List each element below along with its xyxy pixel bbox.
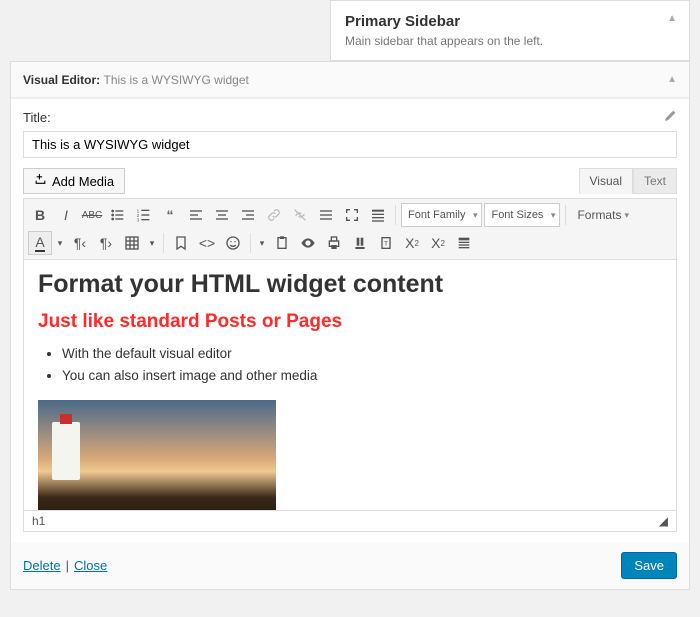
link-icon[interactable] <box>262 203 286 227</box>
list-item: You can also insert image and other medi… <box>62 365 662 387</box>
close-link[interactable]: Close <box>74 558 107 573</box>
sidebar-desc: Main sidebar that appears on the left. <box>345 34 675 48</box>
font-sizes-select[interactable]: Font Sizes <box>484 203 560 227</box>
emoticon-icon[interactable] <box>221 231 245 255</box>
add-media-button[interactable]: Add Media <box>23 168 125 194</box>
title-input[interactable] <box>23 131 677 158</box>
unlink-icon[interactable] <box>288 203 312 227</box>
table-chevron-icon[interactable]: ▾ <box>146 231 158 255</box>
editor-tabs: Visual Text <box>579 168 677 194</box>
toolbar-row-1: B I ABC 123 “ Font Family Font <box>28 201 672 229</box>
element-path[interactable]: h1 <box>32 514 45 528</box>
delete-link[interactable]: Delete <box>23 558 61 573</box>
align-right-icon[interactable] <box>236 203 260 227</box>
superscript-icon[interactable]: X2 <box>426 231 450 255</box>
font-family-select[interactable]: Font Family <box>401 203 482 227</box>
widget-footer: Delete | Close Save <box>11 542 689 589</box>
content-h1: Format your HTML widget content <box>38 270 662 299</box>
italic-icon[interactable]: I <box>54 203 78 227</box>
svg-text:T: T <box>384 241 388 248</box>
table-icon[interactable] <box>120 231 144 255</box>
media-icon <box>34 173 47 189</box>
print-icon[interactable] <box>322 231 346 255</box>
blockquote-icon[interactable]: “ <box>158 203 182 227</box>
content-list: With the default visual editor You can a… <box>38 343 662 386</box>
editor-wrap: Format your HTML widget content Just lik… <box>23 260 677 511</box>
paste-icon[interactable] <box>270 231 294 255</box>
editor-status-bar: h1 ◢ <box>23 511 677 532</box>
number-list-icon[interactable]: 123 <box>132 203 156 227</box>
editor-toolbar: B I ABC 123 “ Font Family Font <box>23 198 677 260</box>
paste-text-icon[interactable]: T <box>374 231 398 255</box>
widget-label: Visual Editor: <box>23 73 100 87</box>
widget-collapse-icon[interactable]: ▲ <box>667 74 677 85</box>
align-left-icon[interactable] <box>184 203 208 227</box>
toolbar-row-2: A ▾ ¶‹ ¶› ▾ <> ▾ T X2 <box>28 229 672 257</box>
collapse-icon[interactable]: ▲ <box>667 13 677 24</box>
widget-name: This is a WYSIWYG widget <box>103 73 248 87</box>
tab-text[interactable]: Text <box>633 168 677 194</box>
content-image[interactable] <box>38 400 276 510</box>
preview-icon[interactable] <box>296 231 320 255</box>
content-h2: Just like standard Posts or Pages <box>38 311 662 333</box>
resize-handle-icon[interactable]: ◢ <box>659 514 668 528</box>
bold-icon[interactable]: B <box>28 203 52 227</box>
strikethrough-icon[interactable]: ABC <box>80 203 104 227</box>
widget-header[interactable]: Visual Editor: This is a WYSIWYG widget … <box>11 62 689 98</box>
subscript-icon[interactable]: X2 <box>400 231 424 255</box>
fullscreen-icon[interactable] <box>340 203 364 227</box>
ltr-icon[interactable]: ¶‹ <box>68 231 92 255</box>
sidebar-title: Primary Sidebar <box>345 13 675 30</box>
text-color-icon[interactable]: A <box>28 231 52 255</box>
title-label: Title: <box>23 110 51 125</box>
svg-text:3: 3 <box>137 218 140 223</box>
searchreplace-icon[interactable] <box>348 231 372 255</box>
more-icon[interactable] <box>314 203 338 227</box>
editor-content[interactable]: Format your HTML widget content Just lik… <box>24 260 676 510</box>
settings-icon[interactable] <box>664 109 677 125</box>
sidebar-header[interactable]: Primary Sidebar Main sidebar that appear… <box>330 0 690 61</box>
widget-box: Visual Editor: This is a WYSIWYG widget … <box>10 61 690 590</box>
bullet-list-icon[interactable] <box>106 203 130 227</box>
formats-select[interactable]: Formats <box>571 208 635 222</box>
save-button[interactable]: Save <box>621 552 677 579</box>
list-item: With the default visual editor <box>62 343 662 365</box>
align-center-icon[interactable] <box>210 203 234 227</box>
tab-visual[interactable]: Visual <box>579 168 633 194</box>
rtl-icon[interactable]: ¶› <box>94 231 118 255</box>
text-color-chevron-icon[interactable]: ▾ <box>54 231 66 255</box>
background-color-chevron-icon[interactable]: ▾ <box>256 231 268 255</box>
visualblocks-icon[interactable] <box>452 231 476 255</box>
toolbar-toggle-icon[interactable] <box>366 203 390 227</box>
widget-body: Title: Add Media Visual Text B I ABC <box>11 98 689 542</box>
anchor-icon[interactable] <box>169 231 193 255</box>
code-icon[interactable]: <> <box>195 231 219 255</box>
